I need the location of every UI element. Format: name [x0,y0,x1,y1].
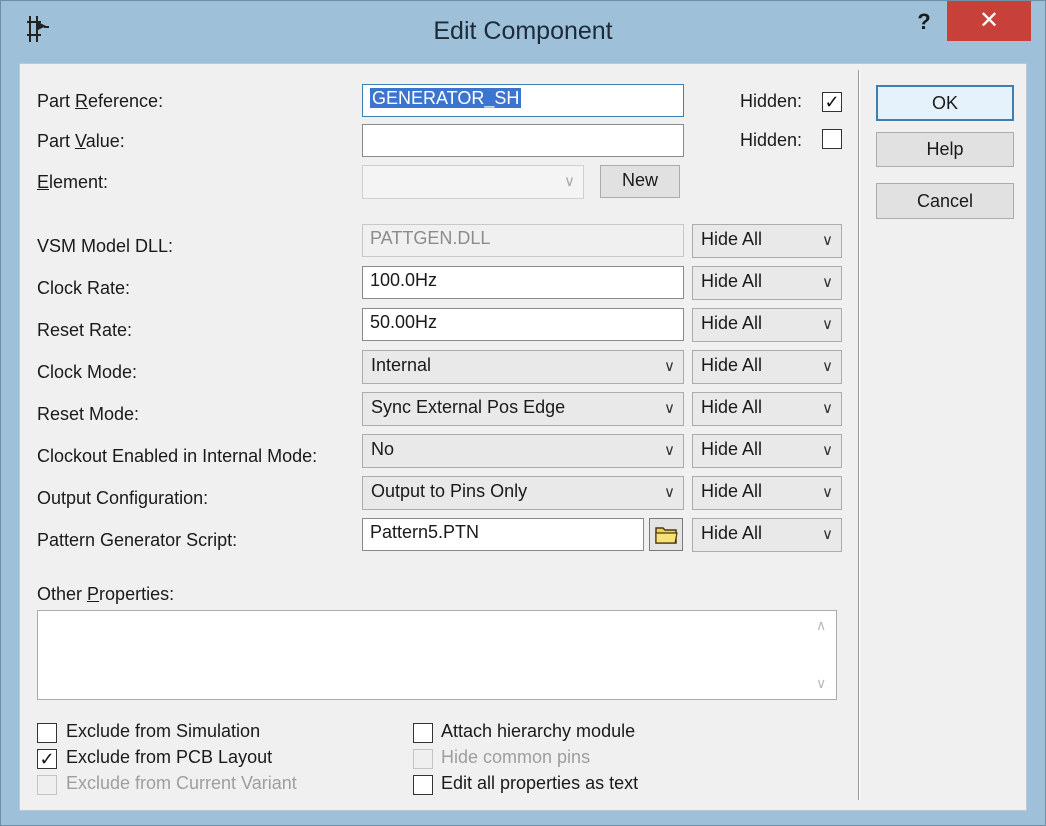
chevron-down-icon: ∨ [664,442,675,459]
property-value: No [371,439,395,459]
dialog-window: Edit Component ? ✕ Part Reference: GENER… [0,0,1046,826]
property-value: Internal [371,355,432,375]
attach-hierarchy-label: Attach hierarchy module [441,721,636,741]
element-dropdown[interactable]: ∨ [362,165,584,199]
chevron-down-icon: ∨ [664,484,675,501]
scroll-down-icon[interactable]: ∨ [816,675,826,692]
visibility-dropdown[interactable]: Hide All ∨ [692,308,842,342]
chevron-down-icon: ∨ [664,400,675,417]
chevron-down-icon: ∨ [664,358,675,375]
visibility-value: Hide All [701,397,763,417]
chevron-down-icon: ∨ [822,358,833,375]
visibility-dropdown[interactable]: Hide All ∨ [692,266,842,300]
edit-as-text-checkbox[interactable] [413,775,433,795]
hide-common-pins-label: Hide common pins [441,747,591,767]
check-icon: ✓ [39,749,55,769]
hide-common-pins-checkbox [413,749,433,769]
exclude-simulation-label: Exclude from Simulation [66,721,261,741]
chevron-down-icon: ∨ [822,442,833,459]
attach-hierarchy-checkbox[interactable] [413,723,433,743]
title-bar[interactable]: Edit Component ? ✕ [1,1,1045,63]
exclude-variant-checkbox [37,775,57,795]
visibility-dropdown[interactable]: Hide All ∨ [692,224,842,258]
part-value-input[interactable] [362,124,684,157]
chevron-down-icon: ∨ [822,526,833,543]
property-label: Clock Mode: [37,362,138,382]
visibility-dropdown[interactable]: Hide All ∨ [692,392,842,426]
property-dropdown[interactable]: Sync External Pos Edge ∨ [362,392,684,426]
cancel-button[interactable]: Cancel [876,183,1014,219]
visibility-dropdown[interactable]: Hide All ∨ [692,476,842,510]
property-label: Reset Rate: [37,320,133,340]
edit-as-text-label: Edit all properties as text [441,773,639,793]
visibility-dropdown[interactable]: Hide All ∨ [692,434,842,468]
property-label: Reset Mode: [37,404,140,424]
exclude-simulation-checkbox[interactable] [37,723,57,743]
property-dropdown[interactable]: Internal ∨ [362,350,684,384]
visibility-value: Hide All [701,355,763,375]
property-input[interactable]: 50.00Hz [362,308,684,341]
part-value-label: Part Value: [37,131,125,151]
property-label: Output Configuration: [37,488,209,508]
visibility-value: Hide All [701,313,763,333]
visibility-value: Hide All [701,271,763,291]
visibility-value: Hide All [701,439,763,459]
part-reference-label: Part Reference: [37,91,164,111]
help-question-button[interactable]: ? [912,9,936,39]
folder-icon [655,527,678,544]
chevron-down-icon: ∨ [822,274,833,291]
visibility-value: Hide All [701,229,763,249]
property-value: Sync External Pos Edge [371,397,566,417]
chevron-down-icon: ∨ [822,484,833,501]
property-label: VSM Model DLL: [37,236,174,256]
window-title: Edit Component [433,17,613,45]
part-reference-hidden-checkbox[interactable]: ✓ [822,92,842,112]
visibility-value: Hide All [701,481,763,501]
dialog-body: Part Reference: GENERATOR_SH Hidden: ✓ P… [19,63,1027,811]
vertical-separator [858,70,860,800]
chevron-down-icon: ∨ [564,173,575,190]
part-reference-value: GENERATOR_SH [370,88,522,108]
visibility-dropdown[interactable]: Hide All ∨ [692,350,842,384]
property-input: PATTGEN.DLL [362,224,684,257]
exclude-variant-label: Exclude from Current Variant [66,773,297,793]
other-properties-textarea[interactable]: ∧ ∨ [37,610,837,700]
check-icon: ✓ [824,92,840,112]
property-input[interactable]: 100.0Hz [362,266,684,299]
part-reference-hidden-label: Hidden: [740,91,803,111]
script-file-input[interactable]: Pattern5.PTN [362,518,644,551]
chevron-down-icon: ∨ [822,232,833,249]
chevron-down-icon: ∨ [822,400,833,417]
help-button[interactable]: Help [876,132,1014,167]
property-value: Output to Pins Only [371,481,528,501]
chevron-down-icon: ∨ [822,316,833,333]
property-label: Clock Rate: [37,278,131,298]
visibility-dropdown[interactable]: Hide All ∨ [692,518,842,552]
visibility-value: Hide All [701,523,763,543]
exclude-pcb-checkbox[interactable]: ✓ [37,749,57,769]
part-value-hidden-label: Hidden: [740,130,803,150]
new-element-button[interactable]: New [600,165,680,198]
other-properties-label: Other Properties: [37,584,175,604]
textarea-scrollbar[interactable]: ∧ ∨ [810,611,836,699]
exclude-pcb-label: Exclude from PCB Layout [66,747,273,767]
scroll-up-icon[interactable]: ∧ [816,617,826,634]
property-label: Clockout Enabled in Internal Mode: [37,446,318,466]
property-label: Pattern Generator Script: [37,530,238,550]
part-value-hidden-checkbox[interactable] [822,129,842,149]
property-dropdown[interactable]: No ∨ [362,434,684,468]
property-dropdown[interactable]: Output to Pins Only ∨ [362,476,684,510]
part-reference-input[interactable]: GENERATOR_SH [362,84,684,117]
ok-button[interactable]: OK [876,85,1014,121]
browse-folder-button[interactable] [649,518,683,551]
close-button[interactable]: ✕ [947,1,1031,41]
element-label: Element: [37,172,109,192]
